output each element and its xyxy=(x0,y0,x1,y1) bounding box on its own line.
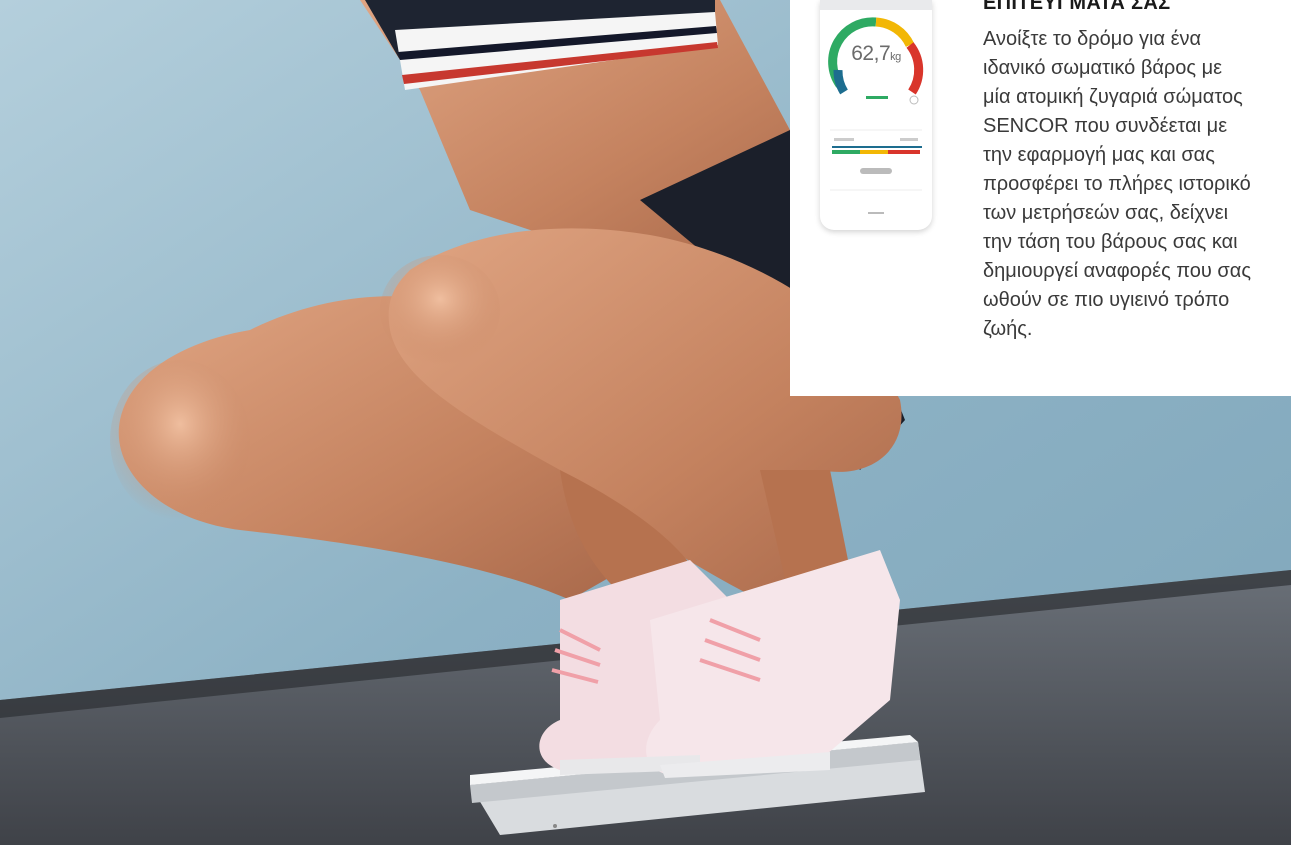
body-line: προσφέρει το πλήρες ιστορικό xyxy=(983,173,1251,195)
body-line: ζωής. xyxy=(983,318,1033,340)
weight-bar-red xyxy=(888,150,920,154)
body-line: Ανοίξτε το δρόμο για ένα xyxy=(983,28,1202,50)
weight-bar-yellow xyxy=(860,150,888,154)
weight-readout: 62,7kg xyxy=(851,42,901,65)
body-line: μία ατομική ζυγαριά σώματος xyxy=(983,86,1243,108)
phone-mockup: 62,7kg xyxy=(820,0,932,230)
weight-bar-green xyxy=(832,150,860,154)
panel-heading: ΕΠΙΤΕΥΓΜΑΤΑ ΣΑΣ xyxy=(983,0,1171,14)
body-line: ωθούν σε πιο υγιεινό τρόπο xyxy=(983,289,1230,311)
body-line: των μετρήσεών σας, δείχνει xyxy=(983,202,1229,224)
info-panel: 62,7kg ΕΠΙΤΕΥΓΜΑΤΑ ΣΑΣ Ανοίξτε το δρόμο … xyxy=(790,0,1291,396)
panel-body: Ανοίξτε το δρόμο για ένα ιδανικό σωματικ… xyxy=(983,25,1283,344)
body-line: SENCOR που συνδέεται με xyxy=(983,115,1228,137)
body-line: την τάση του βάρους σας και xyxy=(983,231,1238,253)
body-line: την εφαρμογή μας και σας xyxy=(983,144,1215,166)
app-screen xyxy=(820,0,932,214)
body-line: δημιουργεί αναφορές που σας xyxy=(983,260,1251,282)
body-line: ιδανικό σωματικό βάρος με xyxy=(983,57,1223,79)
